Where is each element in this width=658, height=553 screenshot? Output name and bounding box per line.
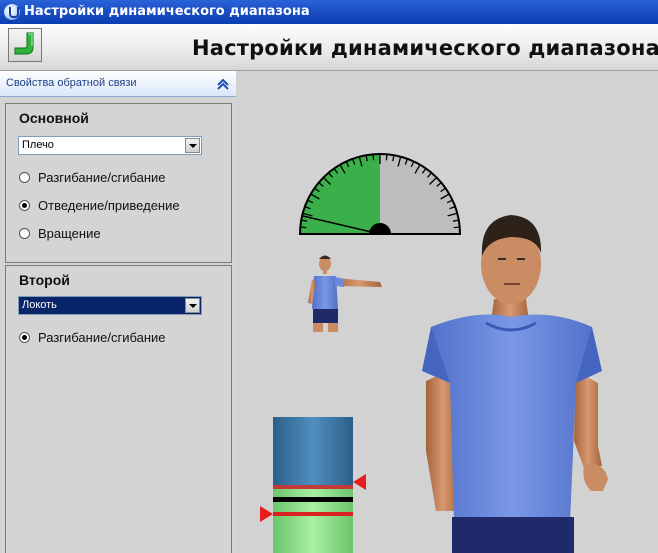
secondary-option-label: Разгибание/сгибание <box>38 330 166 345</box>
left-panel: Свойства обратной связи Основной Плечо Р… <box>0 71 236 553</box>
window-title: Настройки динамического диапазона <box>24 4 310 19</box>
header: Настройки динамического диапазона <box>0 24 658 71</box>
primary-joint-value: Плечо <box>22 139 54 151</box>
radio-button[interactable] <box>19 200 30 211</box>
primary-option-label: Разгибание/сгибание <box>38 170 166 185</box>
gauge-tick <box>453 226 460 229</box>
gauge-tick <box>385 154 388 161</box>
viewport-canvas <box>260 153 608 553</box>
gauge-tick <box>372 154 375 161</box>
secondary-group: Второй Локоть Разгибание/сгибание <box>5 265 232 553</box>
chevron-down-icon[interactable] <box>185 138 200 153</box>
secondary-joint-value: Локоть <box>22 299 57 311</box>
upper-limit-marker[interactable] <box>353 474 366 490</box>
primary-joint-select[interactable]: Плечо <box>18 136 202 155</box>
primary-group: Основной Плечо Разгибание/сгибание Отвед… <box>5 103 232 263</box>
primary-option-label: Отведение/приведение <box>38 198 180 213</box>
primary-option-label: Вращение <box>38 226 101 241</box>
chevron-down-icon[interactable] <box>185 298 200 313</box>
arm-button[interactable] <box>8 28 42 62</box>
secondary-joint-select[interactable]: Локоть <box>18 296 202 315</box>
lower-limit-marker[interactable] <box>260 506 273 522</box>
radio-button[interactable] <box>19 332 30 343</box>
avatar-figure <box>422 215 608 553</box>
title-bar: Настройки динамического диапазона <box>0 0 658 24</box>
chevron-up-icon[interactable] <box>216 77 230 91</box>
range-bar <box>260 417 366 553</box>
radio-button[interactable] <box>19 228 30 239</box>
primary-group-title: Основной <box>19 110 89 126</box>
radio-button[interactable] <box>19 172 30 183</box>
secondary-group-title: Второй <box>19 272 70 288</box>
page-title: Настройки динамического диапазона <box>192 36 658 60</box>
range-gauge <box>299 153 461 235</box>
arm-icon <box>14 32 34 55</box>
gauge-tick <box>300 226 307 229</box>
feedback-properties-label: Свойства обратной связи <box>6 77 137 89</box>
3d-viewport[interactable] <box>236 71 658 553</box>
app-icon <box>4 4 20 20</box>
preview-figure <box>308 255 382 332</box>
feedback-properties-header[interactable]: Свойства обратной связи <box>0 71 236 97</box>
